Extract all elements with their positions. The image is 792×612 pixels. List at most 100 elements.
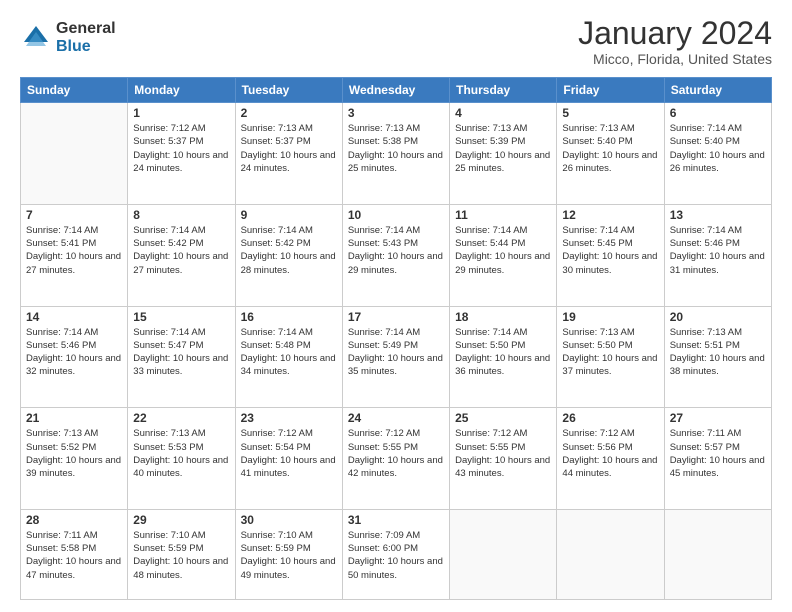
day-info: Sunrise: 7:14 AM Sunset: 5:40 PM Dayligh… [670,122,766,175]
day-info: Sunrise: 7:13 AM Sunset: 5:38 PM Dayligh… [348,122,444,175]
day-info: Sunrise: 7:14 AM Sunset: 5:48 PM Dayligh… [241,326,337,379]
day-info: Sunrise: 7:12 AM Sunset: 5:54 PM Dayligh… [241,427,337,480]
day-number: 12 [562,208,658,222]
day-info: Sunrise: 7:12 AM Sunset: 5:56 PM Dayligh… [562,427,658,480]
day-info: Sunrise: 7:14 AM Sunset: 5:42 PM Dayligh… [241,224,337,277]
logo-text: General Blue [56,20,116,55]
day-info: Sunrise: 7:13 AM Sunset: 5:37 PM Dayligh… [241,122,337,175]
day-cell: 2Sunrise: 7:13 AM Sunset: 5:37 PM Daylig… [235,103,342,205]
day-cell: 20 Sunrise: 7:13 AM Sunset: 5:51 PM Dayli… [664,306,771,408]
day-cell: 25 Sunrise: 7:12 AM Sunset: 5:55 PM Dayli… [450,408,557,510]
day-number: 3 [348,106,444,120]
day-number: 15 [133,310,229,324]
day-cell: 1 Sunrise: 7:12 AM Sunset: 5:37 PM Daylig… [128,103,235,205]
day-number: 11 [455,208,551,222]
location: Micco, Florida, United States [578,51,772,67]
week-row-0: 1 Sunrise: 7:12 AM Sunset: 5:37 PM Daylig… [21,103,772,205]
day-cell: 21 Sunrise: 7:13 AM Sunset: 5:52 PM Dayli… [21,408,128,510]
day-info: Sunrise: 7:13 AM Sunset: 5:52 PM Dayligh… [26,427,122,480]
day-cell: 22Sunrise: 7:13 AM Sunset: 5:53 PM Dayli… [128,408,235,510]
day-number: 13 [670,208,766,222]
header-friday: Friday [557,78,664,103]
day-info: Sunrise: 7:11 AM Sunset: 5:58 PM Dayligh… [26,529,122,582]
header-saturday: Saturday [664,78,771,103]
day-cell: 23Sunrise: 7:12 AM Sunset: 5:54 PM Dayli… [235,408,342,510]
day-cell: 30 Sunrise: 7:10 AM Sunset: 5:59 PM Dayli… [235,509,342,599]
day-number: 26 [562,411,658,425]
day-cell: 7Sunrise: 7:14 AM Sunset: 5:41 PM Daylig… [21,204,128,306]
day-number: 30 [241,513,337,527]
day-cell: 5 Sunrise: 7:13 AM Sunset: 5:40 PM Daylig… [557,103,664,205]
logo-general: General [56,20,116,38]
day-info: Sunrise: 7:14 AM Sunset: 5:50 PM Dayligh… [455,326,551,379]
header: General Blue January 2024 Micco, Florida… [20,16,772,67]
day-cell [21,103,128,205]
day-info: Sunrise: 7:14 AM Sunset: 5:46 PM Dayligh… [26,326,122,379]
day-cell [664,509,771,599]
day-cell: 8Sunrise: 7:14 AM Sunset: 5:42 PM Daylig… [128,204,235,306]
day-number: 10 [348,208,444,222]
day-info: Sunrise: 7:14 AM Sunset: 5:43 PM Dayligh… [348,224,444,277]
day-number: 24 [348,411,444,425]
week-row-4: 28 Sunrise: 7:11 AM Sunset: 5:58 PM Dayli… [21,509,772,599]
day-info: Sunrise: 7:12 AM Sunset: 5:37 PM Dayligh… [133,122,229,175]
day-cell: 10 Sunrise: 7:14 AM Sunset: 5:43 PM Dayli… [342,204,449,306]
day-cell: 9 Sunrise: 7:14 AM Sunset: 5:42 PM Daylig… [235,204,342,306]
day-info: Sunrise: 7:13 AM Sunset: 5:51 PM Dayligh… [670,326,766,379]
day-cell: 27 Sunrise: 7:11 AM Sunset: 5:57 PM Dayli… [664,408,771,510]
day-info: Sunrise: 7:10 AM Sunset: 5:59 PM Dayligh… [241,529,337,582]
day-cell: 3 Sunrise: 7:13 AM Sunset: 5:38 PM Daylig… [342,103,449,205]
day-info: Sunrise: 7:12 AM Sunset: 5:55 PM Dayligh… [348,427,444,480]
day-info: Sunrise: 7:14 AM Sunset: 5:49 PM Dayligh… [348,326,444,379]
day-number: 18 [455,310,551,324]
day-cell [557,509,664,599]
day-info: Sunrise: 7:14 AM Sunset: 5:46 PM Dayligh… [670,224,766,277]
day-info: Sunrise: 7:11 AM Sunset: 5:57 PM Dayligh… [670,427,766,480]
day-number: 20 [670,310,766,324]
day-number: 9 [241,208,337,222]
day-number: 21 [26,411,122,425]
day-info: Sunrise: 7:14 AM Sunset: 5:45 PM Dayligh… [562,224,658,277]
day-info: Sunrise: 7:13 AM Sunset: 5:39 PM Dayligh… [455,122,551,175]
header-tuesday: Tuesday [235,78,342,103]
day-number: 22 [133,411,229,425]
logo-icon [20,22,52,54]
day-number: 28 [26,513,122,527]
day-info: Sunrise: 7:14 AM Sunset: 5:44 PM Dayligh… [455,224,551,277]
day-info: Sunrise: 7:12 AM Sunset: 5:55 PM Dayligh… [455,427,551,480]
week-row-3: 21 Sunrise: 7:13 AM Sunset: 5:52 PM Dayli… [21,408,772,510]
week-row-1: 7Sunrise: 7:14 AM Sunset: 5:41 PM Daylig… [21,204,772,306]
day-number: 17 [348,310,444,324]
day-cell: 31 Sunrise: 7:09 AM Sunset: 6:00 PM Dayli… [342,509,449,599]
day-cell: 11 Sunrise: 7:14 AM Sunset: 5:44 PM Dayli… [450,204,557,306]
day-info: Sunrise: 7:13 AM Sunset: 5:40 PM Dayligh… [562,122,658,175]
day-number: 7 [26,208,122,222]
calendar-table: Sunday Monday Tuesday Wednesday Thursday… [20,77,772,600]
calendar-header: Sunday Monday Tuesday Wednesday Thursday… [21,78,772,103]
day-cell: 12 Sunrise: 7:14 AM Sunset: 5:45 PM Dayli… [557,204,664,306]
day-number: 19 [562,310,658,324]
day-cell [450,509,557,599]
header-sunday: Sunday [21,78,128,103]
day-cell: 29Sunrise: 7:10 AM Sunset: 5:59 PM Dayli… [128,509,235,599]
day-number: 1 [133,106,229,120]
day-number: 25 [455,411,551,425]
day-cell: 16Sunrise: 7:14 AM Sunset: 5:48 PM Dayli… [235,306,342,408]
day-cell: 18 Sunrise: 7:14 AM Sunset: 5:50 PM Dayli… [450,306,557,408]
day-cell: 26 Sunrise: 7:12 AM Sunset: 5:56 PM Dayli… [557,408,664,510]
day-number: 14 [26,310,122,324]
calendar-body: 1 Sunrise: 7:12 AM Sunset: 5:37 PM Daylig… [21,103,772,600]
day-number: 27 [670,411,766,425]
day-info: Sunrise: 7:09 AM Sunset: 6:00 PM Dayligh… [348,529,444,582]
header-thursday: Thursday [450,78,557,103]
day-info: Sunrise: 7:14 AM Sunset: 5:42 PM Dayligh… [133,224,229,277]
page: General Blue January 2024 Micco, Florida… [0,0,792,612]
logo-blue: Blue [56,38,116,56]
day-cell: 4Sunrise: 7:13 AM Sunset: 5:39 PM Daylig… [450,103,557,205]
day-number: 5 [562,106,658,120]
day-info: Sunrise: 7:13 AM Sunset: 5:50 PM Dayligh… [562,326,658,379]
week-row-2: 14 Sunrise: 7:14 AM Sunset: 5:46 PM Dayli… [21,306,772,408]
day-number: 31 [348,513,444,527]
day-cell: 24 Sunrise: 7:12 AM Sunset: 5:55 PM Dayli… [342,408,449,510]
day-cell: 28 Sunrise: 7:11 AM Sunset: 5:58 PM Dayli… [21,509,128,599]
